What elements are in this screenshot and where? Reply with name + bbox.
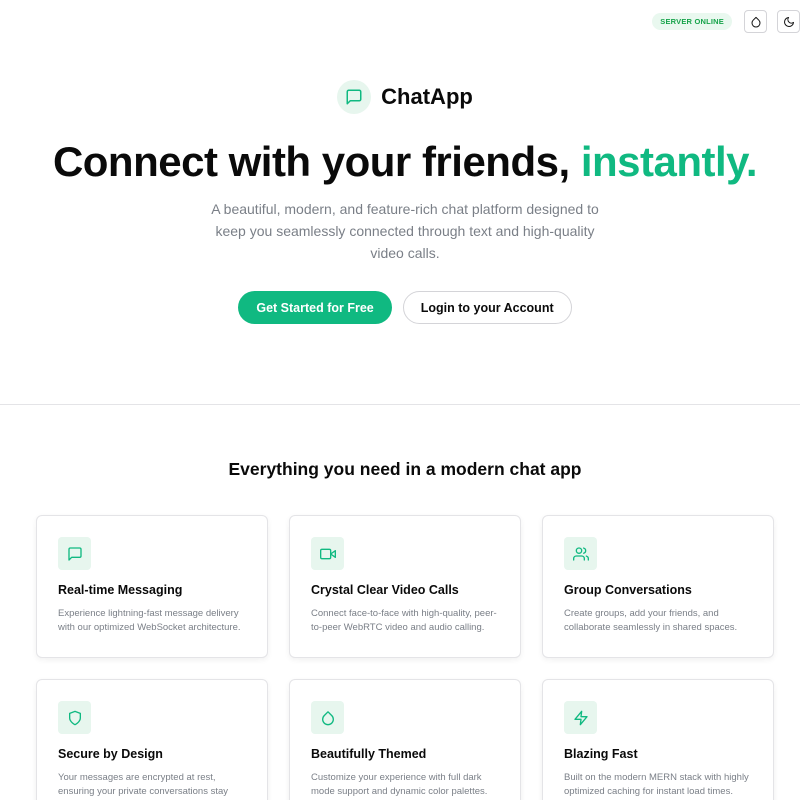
feature-card-themes: Beautifully Themed Customize your experi… xyxy=(289,679,521,800)
features-title: Everything you need in a modern chat app xyxy=(228,459,582,479)
moon-icon xyxy=(783,16,794,27)
droplet-icon xyxy=(321,710,334,725)
zap-icon xyxy=(573,710,588,725)
hero-subtitle: A beautiful, modern, and feature-rich ch… xyxy=(211,201,599,261)
feature-icon-box xyxy=(311,537,344,570)
feature-description: Your messages are encrypted at rest, ens… xyxy=(58,772,229,797)
message-square-icon xyxy=(67,546,82,561)
server-status-badge: SERVER ONLINE xyxy=(652,13,732,30)
landing-page: SERVER ONLINE ChatApp Connect with your … xyxy=(0,0,800,800)
brand: ChatApp xyxy=(0,80,800,114)
users-icon xyxy=(572,546,589,561)
feature-title: Real-time Messaging xyxy=(58,583,183,597)
feature-title: Beautifully Themed xyxy=(311,747,427,761)
video-icon xyxy=(319,548,336,559)
feature-card-messaging: Real-time Messaging Experience lightning… xyxy=(36,515,268,658)
feature-icon-box xyxy=(564,537,597,570)
feature-title: Blazing Fast xyxy=(564,747,638,761)
headline-accent: instantly. xyxy=(580,138,758,185)
feature-card-speed: Blazing Fast Built on the modern MERN st… xyxy=(542,679,774,800)
feature-title: Group Conversations xyxy=(564,583,692,597)
top-bar: SERVER ONLINE xyxy=(652,10,800,33)
cta-row: Get Started for Free Login to your Accou… xyxy=(0,291,800,324)
brand-logo xyxy=(337,80,372,114)
feature-card-groups: Group Conversations Create groups, add y… xyxy=(542,515,774,658)
feature-description: Experience lightning-fast message delive… xyxy=(58,608,241,633)
feature-icon-box xyxy=(564,701,597,734)
feature-icon-box xyxy=(311,701,344,734)
feature-description: Built on the modern MERN stack with high… xyxy=(564,772,749,797)
shield-icon xyxy=(68,710,81,725)
feature-card-security: Secure by Design Your messages are encry… xyxy=(36,679,268,800)
feature-description: Create groups, add your friends, and col… xyxy=(564,608,738,633)
feature-title: Secure by Design xyxy=(58,747,163,761)
headline-main: Connect with your friends, xyxy=(52,138,581,185)
theme-picker-button[interactable] xyxy=(744,10,767,33)
brand-name: ChatApp xyxy=(381,84,473,109)
hero-headline: Connect with your friends, instantly. xyxy=(0,138,800,186)
feature-description: Connect face-to-face with high-quality, … xyxy=(311,608,497,633)
login-button[interactable]: Login to your Account xyxy=(402,291,572,324)
message-square-icon xyxy=(346,89,362,105)
feature-icon-box xyxy=(58,537,91,570)
section-divider xyxy=(0,404,800,405)
feature-icon-box xyxy=(58,701,91,734)
feature-card-video: Crystal Clear Video Calls Connect face-t… xyxy=(289,515,521,658)
feature-description: Customize your experience with full dark… xyxy=(311,772,488,797)
get-started-button[interactable]: Get Started for Free xyxy=(238,291,392,324)
dark-mode-toggle[interactable] xyxy=(777,10,800,33)
droplet-icon xyxy=(751,16,760,27)
feature-title: Crystal Clear Video Calls xyxy=(311,583,459,597)
